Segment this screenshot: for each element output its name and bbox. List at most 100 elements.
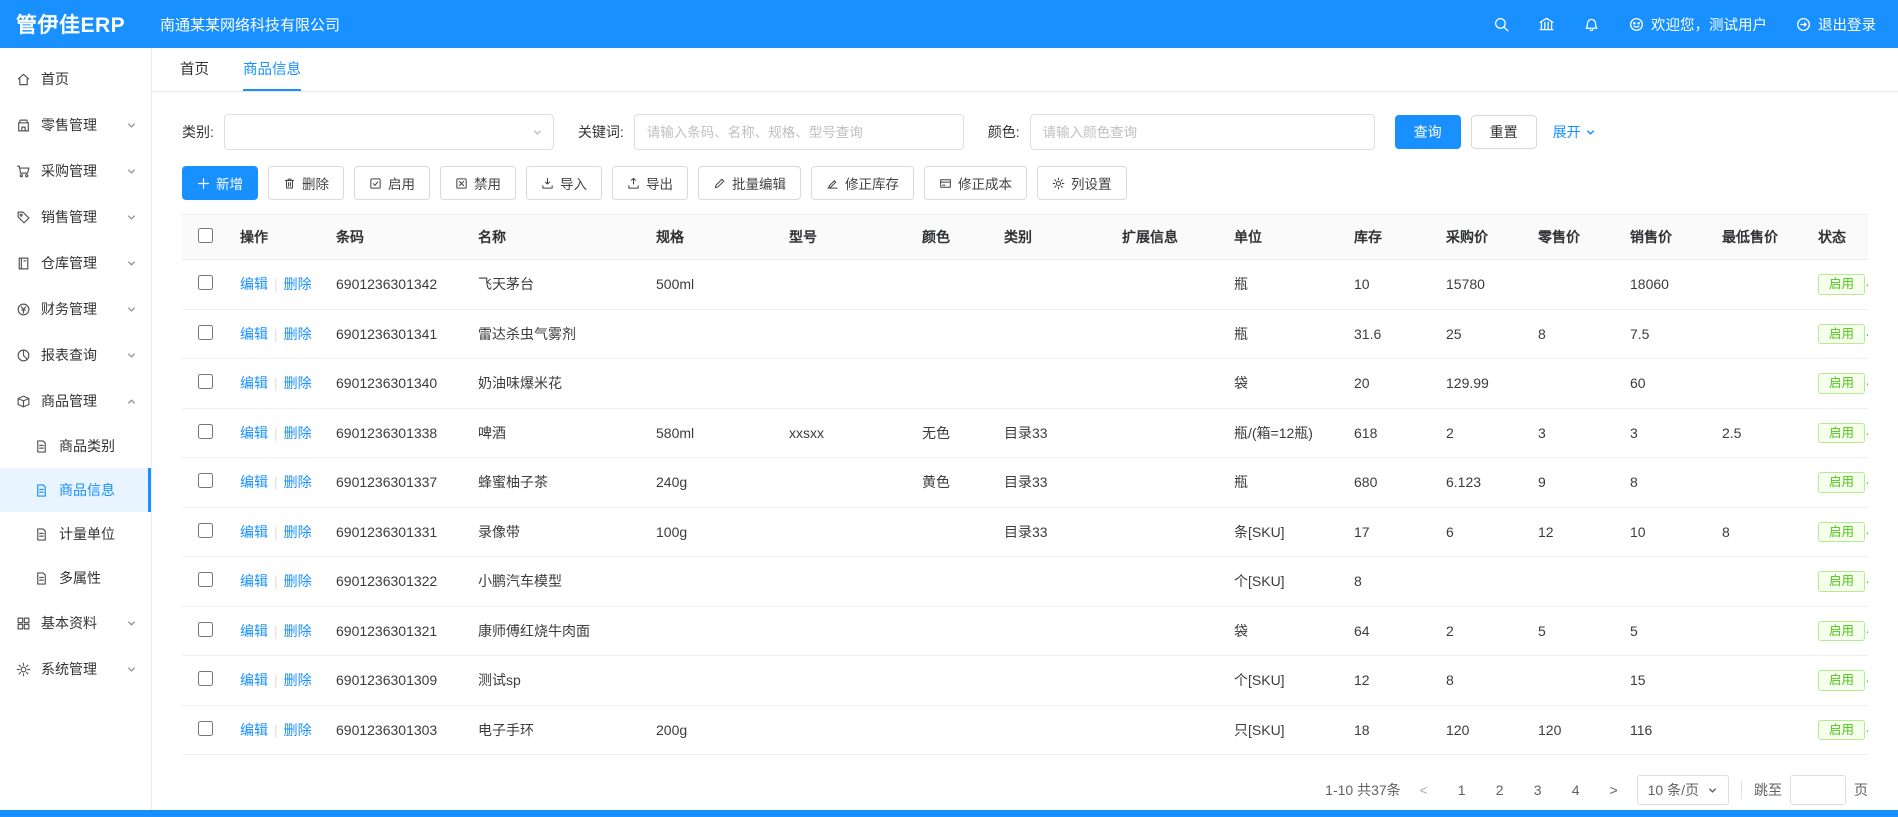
disable-button[interactable]: 禁用 (440, 166, 516, 200)
select-all-checkbox[interactable] (198, 228, 213, 243)
cell-retail-price: 5 (1526, 606, 1618, 656)
enable-button[interactable]: 启用 (354, 166, 430, 200)
fix-cost-button[interactable]: 修正成本 (924, 166, 1027, 200)
cell-barcode: 6901236301331 (324, 507, 466, 557)
sidebar-item-sales[interactable]: 销售管理 (0, 194, 151, 240)
import-button[interactable]: 导入 (526, 166, 602, 200)
edit-link[interactable]: 编辑 (240, 573, 268, 589)
row-checkbox[interactable] (198, 424, 213, 439)
delete-link[interactable]: 删除 (284, 375, 312, 391)
delete-button[interactable]: 删除 (268, 166, 344, 200)
cell-unit: 袋 (1222, 359, 1342, 409)
sidebar-item-goods-category[interactable]: 商品类别 (0, 424, 151, 468)
page-button[interactable]: 1 (1447, 775, 1477, 805)
page-size-select[interactable]: 10 条/页 (1637, 775, 1729, 805)
expand-link[interactable]: 展开 (1553, 122, 1596, 142)
cell-name: 录像带 (466, 507, 644, 557)
edit-link[interactable]: 编辑 (240, 326, 268, 342)
edit-link[interactable]: 编辑 (240, 524, 268, 540)
pencil-line-icon (826, 177, 839, 190)
sidebar-item-multi-attr[interactable]: 多属性 (0, 556, 151, 600)
col-category: 类别 (992, 215, 1110, 260)
edit-link[interactable]: 编辑 (240, 375, 268, 391)
keyword-input[interactable] (634, 114, 964, 150)
sidebar-item-reports[interactable]: 报表查询 (0, 332, 151, 378)
row-checkbox[interactable] (198, 523, 213, 538)
delete-link[interactable]: 删除 (284, 722, 312, 738)
export-icon (627, 177, 640, 190)
delete-link[interactable]: 删除 (284, 672, 312, 688)
cell-color: 黄色 (910, 458, 992, 508)
table-row: 编辑|删除 6901236301322 小鹏汽车模型 个[SKU] (182, 557, 1868, 607)
row-checkbox[interactable] (198, 721, 213, 736)
edit-link[interactable]: 编辑 (240, 474, 268, 490)
page-button[interactable]: 2 (1485, 775, 1515, 805)
sidebar-item-warehouse[interactable]: 仓库管理 (0, 240, 151, 286)
shop-icon (16, 118, 31, 133)
bell-icon[interactable] (1583, 16, 1600, 33)
category-label: 类别: (182, 122, 214, 142)
delete-link[interactable]: 删除 (284, 474, 312, 490)
row-checkbox[interactable] (198, 622, 213, 637)
sidebar-item-measure-unit[interactable]: 计量单位 (0, 512, 151, 556)
batch-edit-button[interactable]: 批量编辑 (698, 166, 801, 200)
sidebar-item-basic-data[interactable]: 基本资料 (0, 600, 151, 646)
tab-home[interactable]: 首页 (180, 48, 209, 91)
cell-status: 启用 (1806, 408, 1868, 458)
cell-status: 启用 (1806, 507, 1868, 557)
row-checkbox[interactable] (198, 572, 213, 587)
sidebar-item-finance[interactable]: 财务管理 (0, 286, 151, 332)
page-button[interactable]: 3 (1523, 775, 1553, 805)
cell-stock: 10 (1342, 260, 1434, 310)
cell-purchase-price: 120 (1434, 705, 1526, 755)
row-checkbox[interactable] (198, 275, 213, 290)
search-icon[interactable] (1493, 16, 1510, 33)
sidebar-item-retail[interactable]: 零售管理 (0, 102, 151, 148)
cell-status: 启用 (1806, 656, 1868, 706)
column-settings-button[interactable]: 列设置 (1037, 166, 1127, 200)
edit-link[interactable]: 编辑 (240, 722, 268, 738)
sidebar-item-goods-info[interactable]: 商品信息 (0, 468, 151, 512)
edit-link[interactable]: 编辑 (240, 623, 268, 639)
fix-stock-button[interactable]: 修正库存 (811, 166, 914, 200)
cell-status: 启用 (1806, 458, 1868, 508)
edit-link[interactable]: 编辑 (240, 425, 268, 441)
welcome-user[interactable]: 欢迎您，测试用户 (1628, 14, 1767, 35)
category-select[interactable] (224, 114, 554, 150)
page-button[interactable]: 4 (1561, 775, 1591, 805)
pagination-divider (1741, 781, 1742, 799)
row-checkbox[interactable] (198, 374, 213, 389)
sidebar-item-purchase[interactable]: 采购管理 (0, 148, 151, 194)
edit-link[interactable]: 编辑 (240, 672, 268, 688)
prev-page-button[interactable]: < (1409, 775, 1439, 805)
export-button[interactable]: 导出 (612, 166, 688, 200)
cell-stock: 8 (1342, 557, 1434, 607)
cell-name: 奶油味爆米花 (466, 359, 644, 409)
row-checkbox[interactable] (198, 671, 213, 686)
delete-link[interactable]: 删除 (284, 573, 312, 589)
logout-button[interactable]: 退出登录 (1795, 14, 1876, 35)
search-button[interactable]: 查询 (1395, 115, 1461, 149)
delete-link[interactable]: 删除 (284, 425, 312, 441)
reset-button[interactable]: 重置 (1471, 115, 1537, 149)
bank-icon[interactable] (1538, 16, 1555, 33)
add-button[interactable]: 新增 (182, 166, 258, 200)
next-page-button[interactable]: > (1599, 775, 1629, 805)
logout-icon (1795, 16, 1812, 33)
sidebar-item-goods[interactable]: 商品管理 (0, 378, 151, 424)
color-input[interactable] (1030, 114, 1375, 150)
delete-link[interactable]: 删除 (284, 326, 312, 342)
status-badge: 启用 (1818, 670, 1865, 691)
edit-link[interactable]: 编辑 (240, 276, 268, 292)
row-checkbox[interactable] (198, 473, 213, 488)
tab-goods-info[interactable]: 商品信息 (243, 48, 301, 91)
delete-link[interactable]: 删除 (284, 276, 312, 292)
cell-color (910, 507, 992, 557)
sidebar-item-system[interactable]: 系统管理 (0, 646, 151, 692)
jump-page-input[interactable] (1790, 775, 1846, 805)
cell-name: 蜂蜜柚子茶 (466, 458, 644, 508)
sidebar-item-home[interactable]: 首页 (0, 56, 151, 102)
delete-link[interactable]: 删除 (284, 524, 312, 540)
delete-link[interactable]: 删除 (284, 623, 312, 639)
row-checkbox[interactable] (198, 325, 213, 340)
